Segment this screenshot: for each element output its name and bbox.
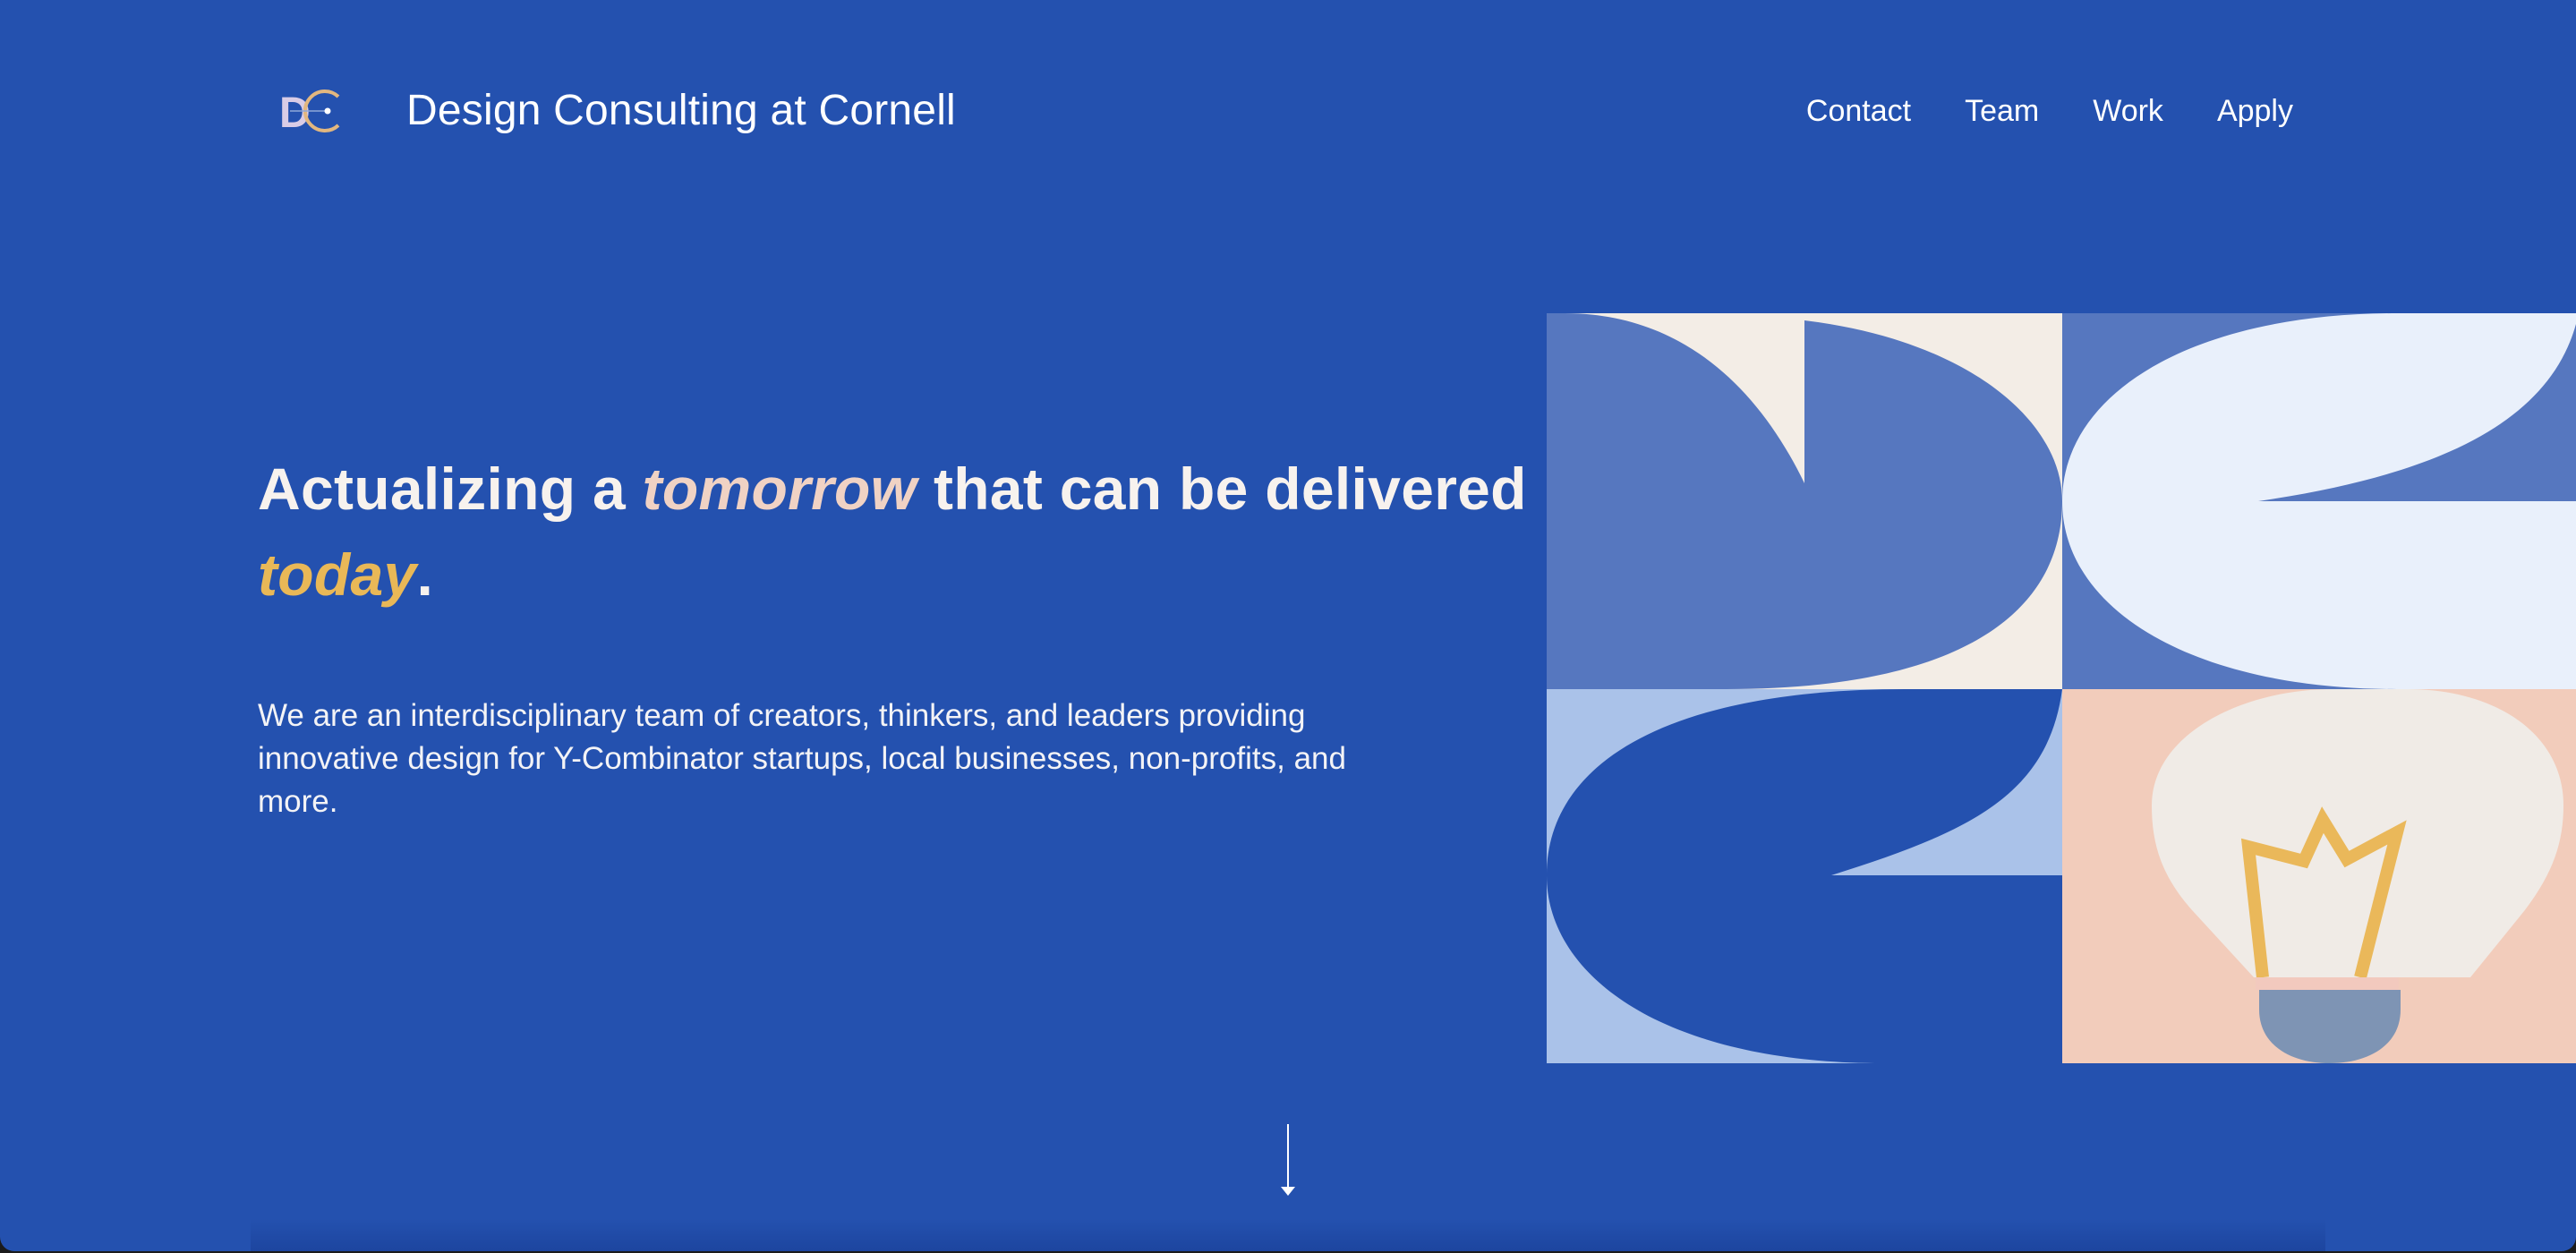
dc-logo-icon[interactable]: D [279,86,344,136]
dc-lightbulb-mosaic-icon [1547,313,2576,1063]
nav-apply[interactable]: Apply [2217,90,2293,132]
hero-intro: We are an interdisciplinary team of crea… [258,698,1346,819]
nav-contact[interactable]: Contact [1806,90,1911,132]
nav-team[interactable]: Team [1965,90,2039,132]
headline-highlight-today: today [258,541,417,608]
page: D Design Consulting at Cornell Contact T… [0,0,2576,1251]
headline-end: . [416,541,434,608]
hero-headline: Actualizing a tomorrow that can be deliv… [258,446,1547,618]
brand-name[interactable]: Design Consulting at Cornell [406,82,956,140]
headline-start: Actualizing a [258,456,643,522]
headline-middle: that can be delivered [917,456,1527,522]
headline-highlight-tomorrow: tomorrow [642,456,917,522]
main-nav: Contact Team Work Apply [1806,90,2293,132]
lightbulb-neck [2256,977,2399,990]
arrow-down-icon[interactable] [1276,1124,1300,1199]
nav-work[interactable]: Work [2093,90,2163,132]
